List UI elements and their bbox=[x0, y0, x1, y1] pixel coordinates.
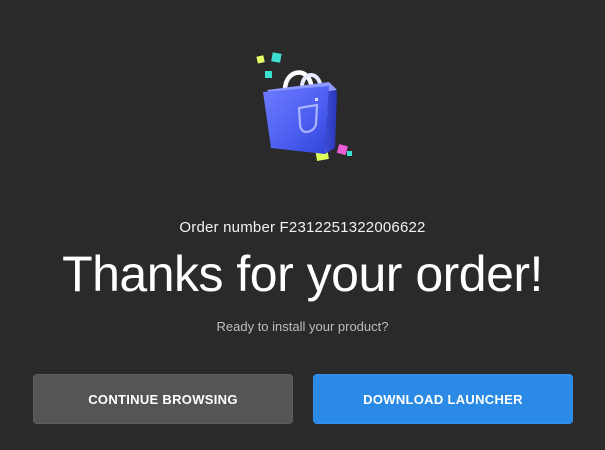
shopping-bag-icon bbox=[245, 48, 365, 173]
continue-browsing-button[interactable]: CONTINUE BROWSING bbox=[33, 374, 293, 424]
order-number: Order number F2312251322006622 bbox=[179, 219, 426, 236]
install-prompt: Ready to install your product? bbox=[216, 319, 389, 334]
order-confirmation-page: Order number F2312251322006622 Thanks fo… bbox=[0, 0, 605, 450]
download-launcher-button[interactable]: DOWNLOAD LAUNCHER bbox=[313, 374, 573, 424]
page-title: Thanks for your order! bbox=[62, 246, 543, 302]
